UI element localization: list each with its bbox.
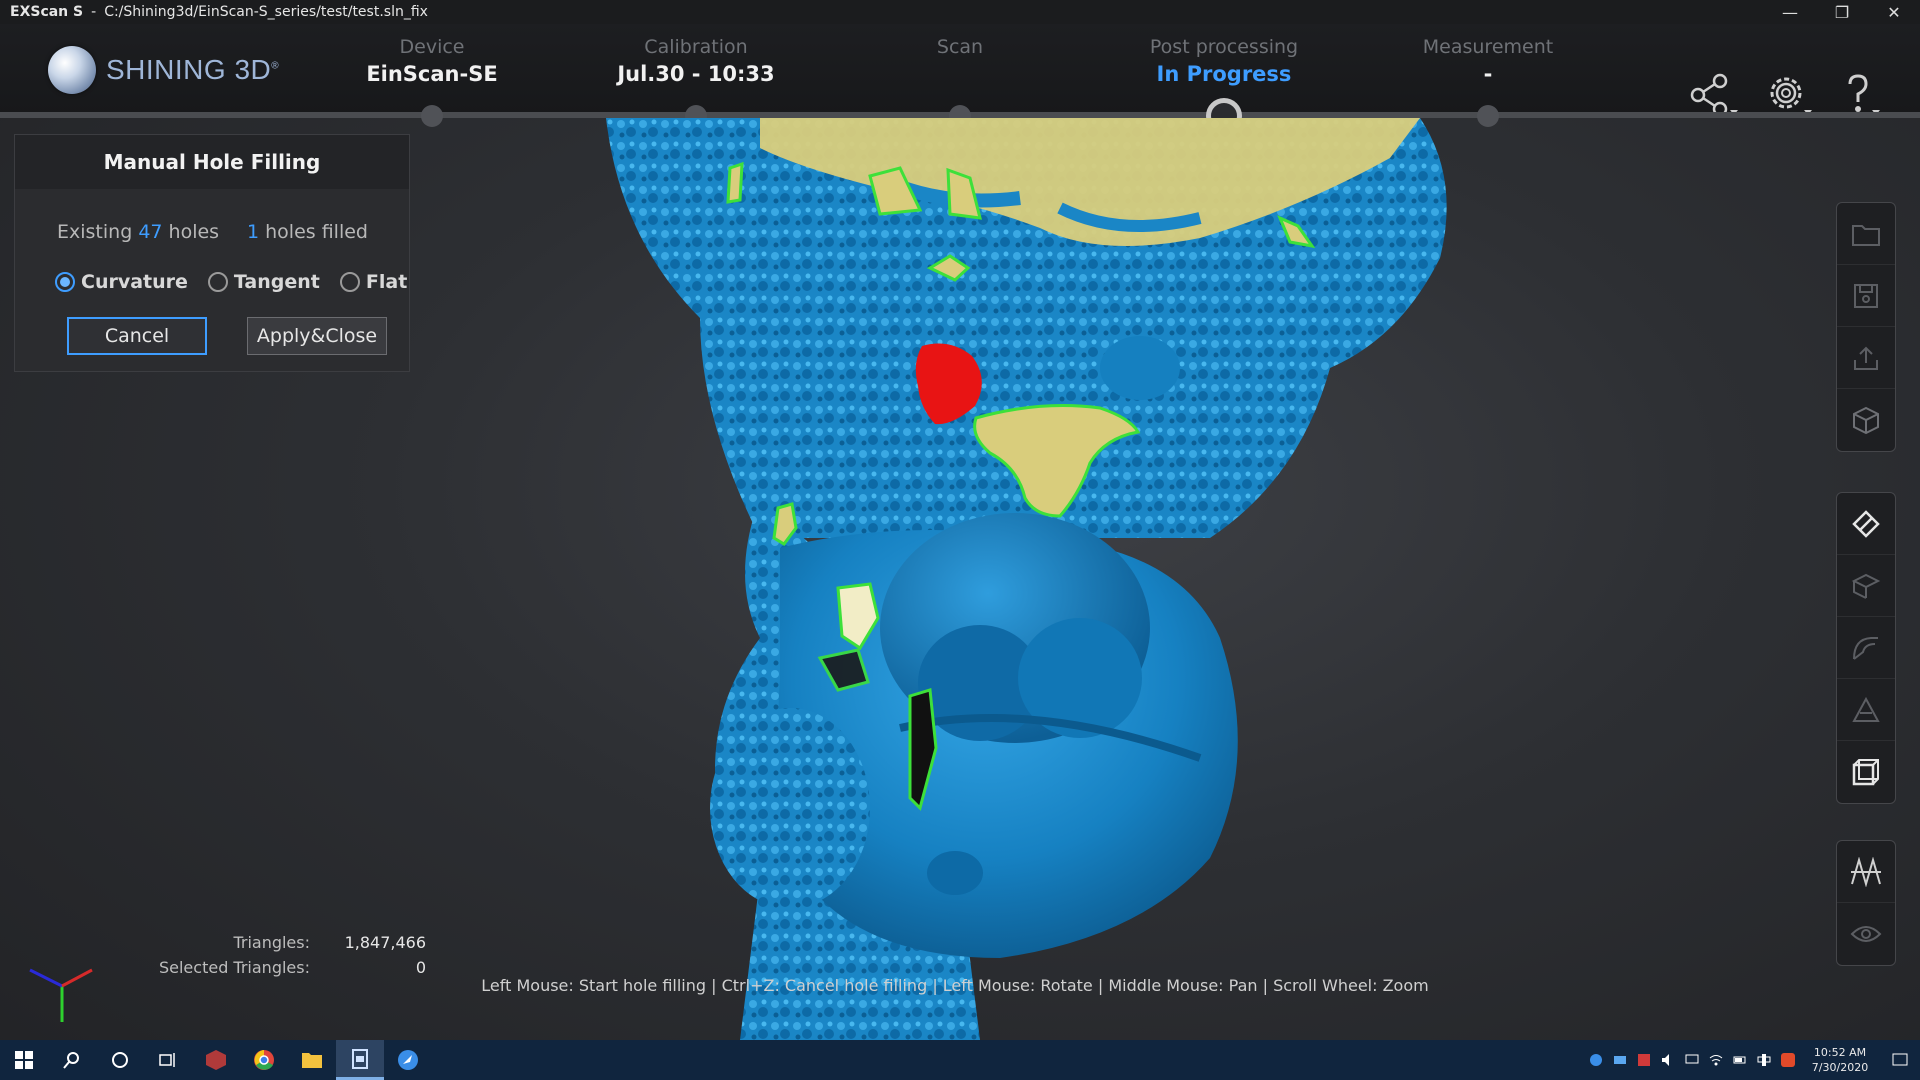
file-path: C:/Shining3d/EinScan-S_series/test/test.…: [104, 4, 428, 20]
eraser-icon[interactable]: [1837, 493, 1895, 555]
workflow-header: SHINING 3D® Device EinScan-SE Calibratio…: [0, 24, 1920, 117]
existing-count: 47: [138, 221, 163, 243]
existing-suffix: holes: [168, 221, 220, 243]
selected-triangles-value: 0: [415, 958, 426, 977]
panel-title: Manual Hole Filling: [15, 135, 409, 189]
shining3d-logo: SHINING 3D®: [48, 46, 279, 94]
mode-tangent-radio[interactable]: Tangent: [207, 271, 320, 293]
tray-network-app-icon[interactable]: [1608, 1040, 1632, 1080]
windows-taskbar: 10:52 AM 7/30/2020: [0, 1040, 1920, 1080]
manual-hole-filling-panel: Manual Hole Filling Existing 47 holes 1 …: [14, 134, 410, 372]
step-calibration[interactable]: Calibration Jul.30 - 10:33: [576, 36, 816, 86]
selected-triangles-label: Selected Triangles:: [158, 958, 310, 977]
scanned-bear-model[interactable]: [606, 118, 1447, 1040]
tray-app-icon[interactable]: [1584, 1040, 1608, 1080]
mouse-hint-bar: Left Mouse: Start hole filling | Ctrl+Z:…: [481, 976, 1429, 995]
step-value: Jul.30 - 10:33: [617, 62, 775, 86]
step-label: Calibration: [644, 36, 748, 58]
app-name: EXScan S: [10, 4, 84, 20]
step-post-processing[interactable]: Post processing In Progress: [1104, 36, 1344, 86]
wifi-icon[interactable]: [1704, 1040, 1728, 1080]
filled-holes-text: 1 holes filled: [247, 221, 368, 243]
fill-mode-group: Curvature Tangent Flat: [55, 271, 407, 293]
mode-flat-radio[interactable]: Flat: [339, 271, 408, 293]
folder-icon[interactable]: [1837, 203, 1895, 265]
window-titlebar: EXScan S - C:/Shining3d/EinScan-S_series…: [0, 0, 1920, 24]
radio-label: Tangent: [233, 271, 320, 293]
task-view-icon[interactable]: [144, 1040, 192, 1080]
filled-count: 1: [247, 221, 260, 243]
logo-mark: ®: [271, 60, 280, 72]
restore-button[interactable]: ❐: [1816, 0, 1868, 24]
notification-icon[interactable]: [1880, 1040, 1920, 1080]
display-icon[interactable]: [1680, 1040, 1704, 1080]
close-button[interactable]: ✕: [1868, 0, 1920, 24]
existing-prefix: Existing: [57, 221, 133, 243]
triangles-label: Triangles:: [233, 933, 310, 952]
box-icon[interactable]: [1837, 741, 1895, 803]
chrome-icon[interactable]: [240, 1040, 288, 1080]
view-toolbar: [1836, 840, 1896, 966]
radio-dot[interactable]: [207, 272, 228, 292]
mirror-icon[interactable]: [1837, 841, 1895, 903]
edit-toolbar: [1836, 492, 1896, 804]
step-scan[interactable]: Scan: [840, 36, 1080, 62]
curve-icon[interactable]: [1837, 617, 1895, 679]
system-tray: 10:52 AM 7/30/2020: [1584, 1040, 1920, 1080]
export-icon[interactable]: [1837, 327, 1895, 389]
radio-dot[interactable]: [55, 272, 75, 292]
battery-icon[interactable]: [1728, 1040, 1752, 1080]
step-device[interactable]: Device EinScan-SE: [312, 36, 552, 86]
app-red-cube-icon[interactable]: [192, 1040, 240, 1080]
step-label: Device: [399, 36, 465, 58]
sogou-ime-icon[interactable]: [1776, 1040, 1800, 1080]
radio-dot[interactable]: [339, 272, 360, 292]
step-value: -: [1483, 62, 1493, 86]
mesh-triangle-icon[interactable]: [1837, 679, 1895, 741]
radio-label: Curvature: [81, 271, 188, 293]
start-icon[interactable]: [0, 1040, 48, 1080]
volume-muted-icon[interactable]: [1656, 1040, 1680, 1080]
step-label: Measurement: [1422, 36, 1554, 58]
exscan-app-icon[interactable]: [336, 1040, 384, 1080]
radio-label: Flat: [365, 271, 408, 293]
logo-text: SHINING 3D: [106, 54, 272, 85]
input-language-icon[interactable]: [1752, 1040, 1776, 1080]
step-value: EinScan-SE: [366, 62, 498, 86]
axis-gizmo-icon: [29, 968, 93, 1022]
step-value: In Progress: [1156, 62, 1292, 86]
step-measurement[interactable]: Measurement -: [1368, 36, 1608, 86]
title-separator: -: [91, 4, 97, 20]
existing-holes-text: Existing 47 holes: [57, 221, 219, 243]
cube-icon[interactable]: [1837, 389, 1895, 451]
step-label: Scan: [936, 36, 984, 58]
clock-time: 10:52 AM: [1813, 1046, 1867, 1059]
clock-date: 7/30/2020: [1811, 1061, 1869, 1074]
window-controls: — ❐ ✕: [1764, 0, 1920, 24]
logo-globe-icon: [48, 46, 96, 94]
triangles-value: 1,847,466: [344, 933, 426, 952]
filled-suffix: holes filled: [265, 221, 368, 243]
minimize-button[interactable]: —: [1764, 0, 1816, 24]
triangle-stats: Triangles: 1,847,466 Selected Triangles:…: [130, 930, 426, 980]
apply-close-button[interactable]: Apply&Close: [247, 317, 387, 355]
taskbar-clock[interactable]: 10:52 AM 7/30/2020: [1800, 1045, 1880, 1075]
eye-icon[interactable]: [1837, 903, 1895, 965]
search-icon[interactable]: [48, 1040, 96, 1080]
mode-curvature-radio[interactable]: Curvature: [55, 271, 188, 293]
file-explorer-icon[interactable]: [288, 1040, 336, 1080]
file-toolbar: [1836, 202, 1896, 452]
tray-security-icon[interactable]: [1632, 1040, 1656, 1080]
plane-cut-icon[interactable]: [1837, 555, 1895, 617]
save-icon[interactable]: [1837, 265, 1895, 327]
feather-app-icon[interactable]: [384, 1040, 432, 1080]
cancel-button[interactable]: Cancel: [67, 317, 207, 355]
cortana-icon[interactable]: [96, 1040, 144, 1080]
step-label: Post processing: [1149, 36, 1299, 58]
